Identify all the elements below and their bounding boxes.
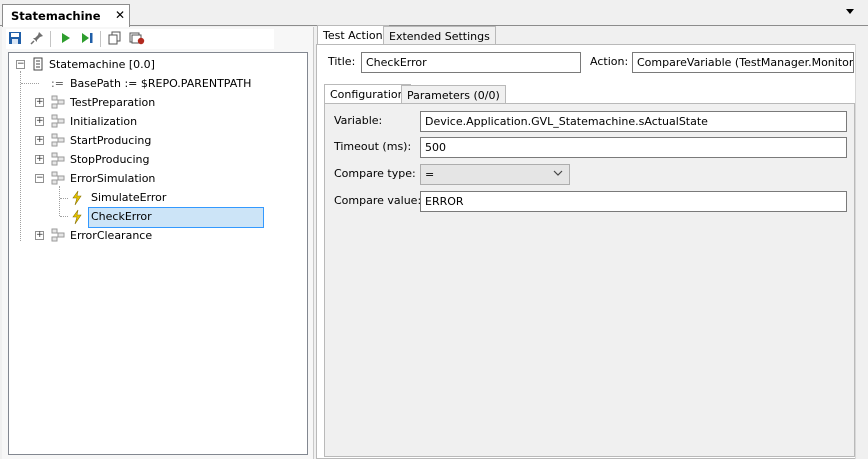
tree-item-stopproducing[interactable]: + StopProducing	[9, 151, 307, 169]
tab-test-action[interactable]: Test Action	[317, 25, 389, 45]
tree-item-startproducing[interactable]: + StartProducing	[9, 132, 307, 150]
tree-toolbar	[6, 29, 274, 49]
sequence-icon	[51, 152, 65, 169]
run-icon[interactable]	[56, 29, 74, 47]
compare-value-label: Compare value:	[334, 194, 422, 207]
chevron-down-icon	[553, 169, 563, 180]
sequence-icon	[51, 133, 65, 150]
tree-item-label: StopProducing	[70, 153, 150, 166]
action-field[interactable]: CompareVariable (TestManager.Monitoring)	[632, 52, 854, 73]
compare-value-field[interactable]: ERROR	[420, 191, 847, 212]
tree-item-checkerror[interactable]: CheckError	[9, 207, 307, 228]
toolbar-separator	[50, 31, 51, 47]
expand-icon[interactable]: +	[35, 98, 44, 107]
close-icon[interactable]: ✕	[115, 8, 125, 22]
sequence-icon	[51, 171, 65, 188]
scrollbar[interactable]	[855, 44, 865, 459]
tree-item-label: ErrorClearance	[70, 229, 153, 242]
title-field[interactable]: CheckError	[361, 52, 581, 73]
compare-type-value: =	[425, 168, 435, 181]
tree-item-errorsimulation[interactable]: − ErrorSimulation	[9, 170, 307, 188]
tree-item-label: ErrorSimulation	[70, 172, 156, 185]
tree-item-label: BasePath := $REPO.PARENTPATH	[70, 77, 252, 90]
tree-item-errorclearance[interactable]: + ErrorClearance	[9, 227, 307, 245]
toolbar-separator	[100, 31, 101, 47]
timeout-field[interactable]: 500	[420, 137, 847, 158]
test-tree[interactable]: − Statemachine [0.0] := BasePath := $REP…	[8, 52, 308, 455]
action-icon	[71, 209, 83, 228]
compare-type-select[interactable]: =	[420, 164, 570, 185]
tab-configuration[interactable]: Configuration	[324, 84, 411, 104]
action-label: Action:	[590, 55, 629, 68]
tree-item-basepath[interactable]: := BasePath := $REPO.PARENTPATH	[9, 75, 307, 93]
tab-title: Statemachine	[11, 9, 101, 23]
title-label: Title:	[328, 55, 356, 68]
statemachine-icon	[33, 57, 43, 74]
tree-item-simulateerror[interactable]: SimulateError	[9, 189, 307, 207]
tree-root[interactable]: − Statemachine [0.0]	[9, 56, 307, 74]
tree-item-testpreparation[interactable]: + TestPreparation	[9, 94, 307, 112]
tree-item-label-selected: CheckError	[88, 207, 264, 228]
save-icon[interactable]	[6, 29, 24, 47]
tree-item-initialization[interactable]: + Initialization	[9, 113, 307, 131]
tree-item-label: Initialization	[70, 115, 138, 128]
copy-icon[interactable]	[106, 29, 124, 47]
tree-item-label: StartProducing	[70, 134, 152, 147]
tree-root-label: Statemachine [0.0]	[49, 58, 155, 71]
assign-icon: :=	[51, 77, 64, 90]
tab-statemachine[interactable]: Statemachine ✕	[2, 4, 130, 27]
expand-icon[interactable]: +	[35, 136, 44, 145]
sequence-icon	[51, 95, 65, 112]
document-tab-strip	[0, 0, 868, 26]
chevron-down-icon[interactable]	[846, 9, 854, 14]
tree-item-label: SimulateError	[91, 191, 167, 204]
variable-field[interactable]: Device.Application.GVL_Statemachine.sAct…	[420, 111, 847, 132]
expand-icon[interactable]: +	[35, 117, 44, 126]
sequence-icon	[51, 228, 65, 245]
record-icon[interactable]	[128, 29, 146, 47]
pin-icon[interactable]	[28, 29, 46, 47]
sequence-icon	[51, 114, 65, 131]
timeout-label: Timeout (ms):	[334, 140, 412, 153]
collapse-icon[interactable]: −	[35, 174, 44, 183]
tab-extended-settings[interactable]: Extended Settings	[383, 26, 496, 45]
tree-item-label: TestPreparation	[70, 96, 156, 109]
variable-label: Variable:	[334, 114, 383, 127]
expand-icon[interactable]: +	[35, 231, 44, 240]
run-step-icon[interactable]	[78, 29, 96, 47]
tab-parameters[interactable]: Parameters (0/0)	[401, 85, 506, 104]
compare-type-label: Compare type:	[334, 167, 416, 180]
collapse-icon[interactable]: −	[16, 60, 25, 69]
action-icon	[71, 190, 83, 209]
expand-icon[interactable]: +	[35, 155, 44, 164]
